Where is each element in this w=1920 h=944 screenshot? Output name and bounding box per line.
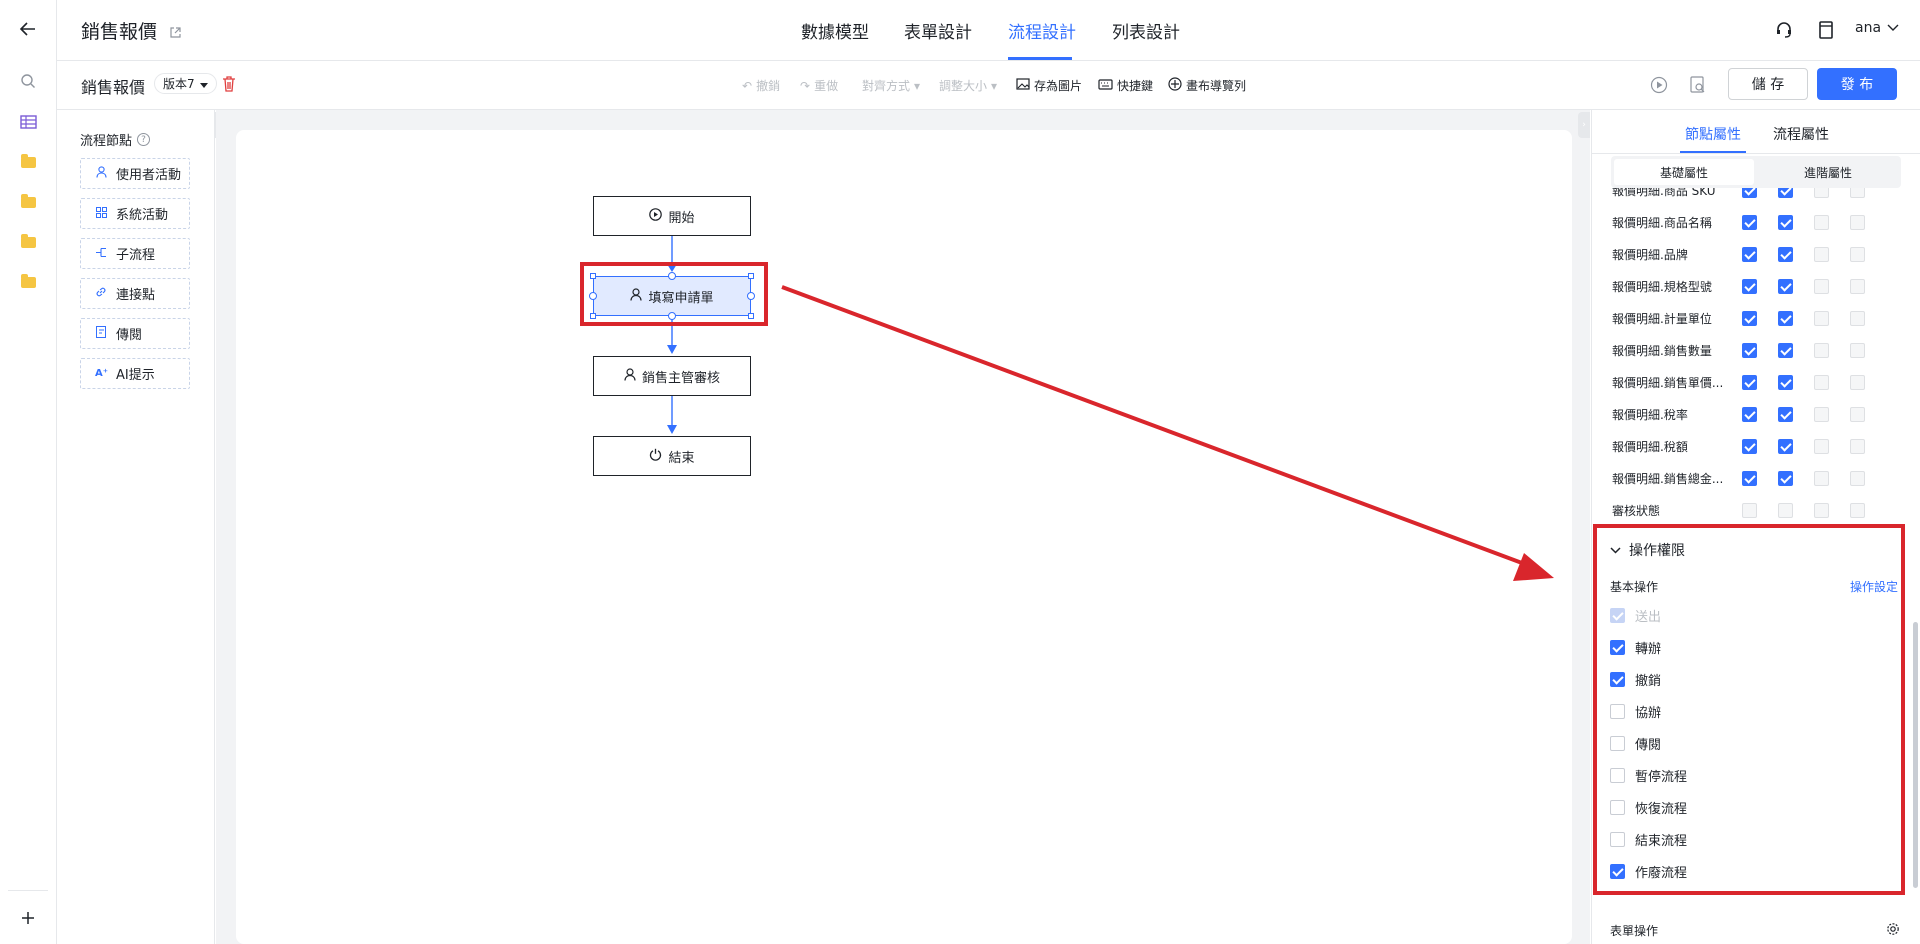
- annotation-arrow: [781, 285, 1554, 581]
